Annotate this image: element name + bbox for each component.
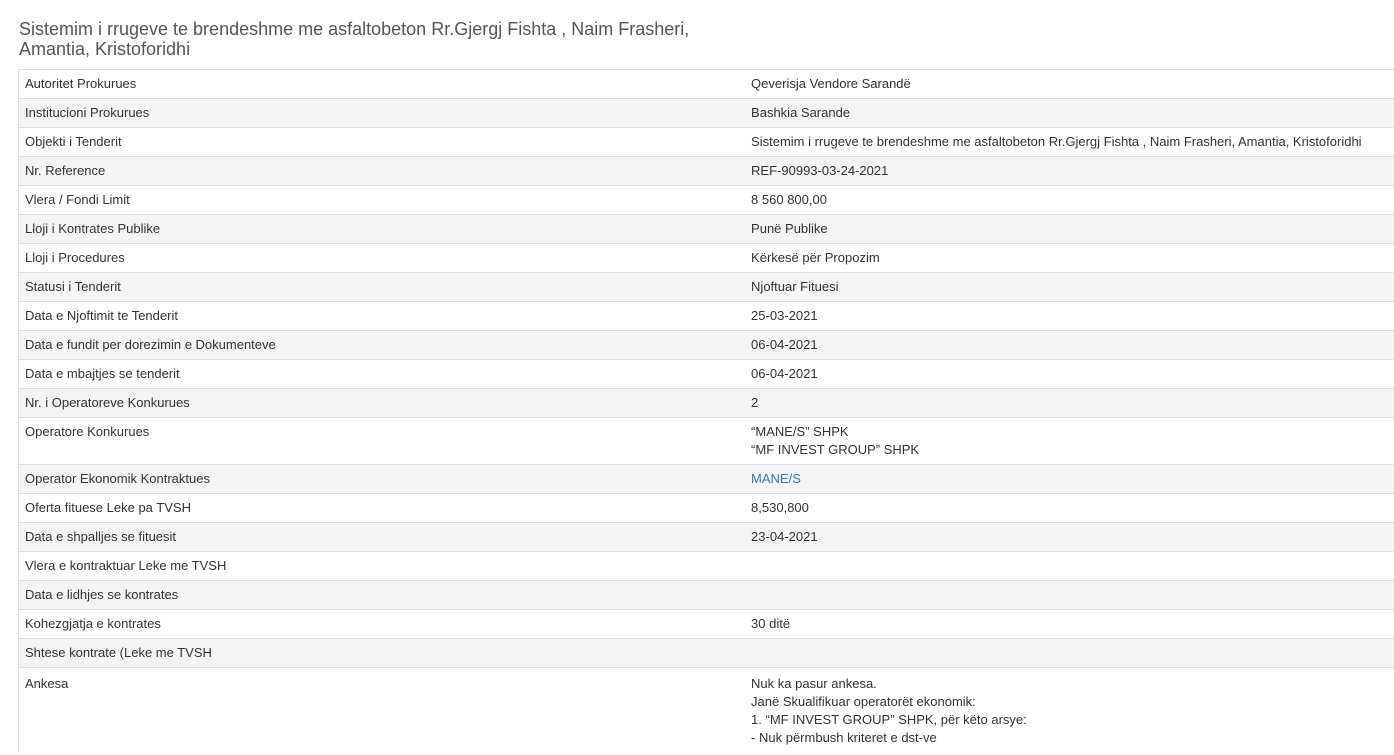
complaint-line: - Nuk përmbush kriteret e dst-ve — [751, 730, 937, 745]
tender-details-table: Autoritet Prokurues Qeverisja Vendore Sa… — [18, 69, 1394, 752]
table-row: Kohezgjatja e kontrates 30 ditë — [18, 609, 1394, 639]
row-value: 2 — [745, 388, 1394, 418]
row-label: Data e mbajtjes se tenderit — [18, 359, 746, 389]
row-label: Lloji i Procedures — [18, 243, 746, 273]
row-label: Vlera / Fondi Limit — [18, 185, 746, 215]
row-value: Njoftuar Fituesi — [745, 272, 1394, 302]
row-label: Statusi i Tenderit — [18, 272, 746, 302]
row-label: Operatore Konkurues — [18, 417, 746, 465]
table-row: Nr. Reference REF-90993-03-24-2021 — [18, 156, 1394, 186]
row-value: Qeverisja Vendore Sarandë — [745, 69, 1394, 99]
table-row: Operator Ekonomik Kontraktues MANE/S — [18, 464, 1394, 494]
table-row: Vlera / Fondi Limit 8 560 800,00 — [18, 185, 1394, 215]
table-row: Data e Njoftimit te Tenderit 25-03-2021 — [18, 301, 1394, 331]
row-value: 25-03-2021 — [745, 301, 1394, 331]
row-label: Data e shpalljes se fituesit — [18, 522, 746, 552]
row-label: Nr. Reference — [18, 156, 746, 186]
table-row: Data e mbajtjes se tenderit 06-04-2021 — [18, 359, 1394, 389]
table-row: Oferta fituese Leke pa TVSH 8,530,800 — [18, 493, 1394, 523]
table-row: Ankesa Nuk ka pasur ankesa. Janë Skualif… — [18, 667, 1394, 752]
complaint-line: Janë Skualifikuar operatorët ekonomik: — [751, 694, 976, 709]
row-value: Kërkesë për Propozim — [745, 243, 1394, 273]
table-row: Autoritet Prokurues Qeverisja Vendore Sa… — [18, 69, 1394, 99]
complaints-text: Nuk ka pasur ankesa. Janë Skualifikuar o… — [745, 667, 1394, 752]
table-row: Nr. i Operatoreve Konkurues 2 — [18, 388, 1394, 418]
complaint-line: Nuk ka pasur ankesa. — [751, 676, 877, 691]
row-value: 8,530,800 — [745, 493, 1394, 523]
row-value: 23-04-2021 — [745, 522, 1394, 552]
table-row: Lloji i Procedures Kërkesë për Propozim — [18, 243, 1394, 273]
row-label: Oferta fituese Leke pa TVSH — [18, 493, 746, 523]
competing-operator: “MANE/S” SHPK — [751, 424, 849, 439]
row-label: Data e Njoftimit te Tenderit — [18, 301, 746, 331]
row-label: Nr. i Operatoreve Konkurues — [18, 388, 746, 418]
row-value: 06-04-2021 — [745, 330, 1394, 360]
row-label: Data e fundit per dorezimin e Dokumentev… — [18, 330, 746, 360]
row-label: Ankesa — [18, 667, 746, 752]
table-row: Lloji i Kontrates Publike Punë Publike — [18, 214, 1394, 244]
row-label: Lloji i Kontrates Publike — [18, 214, 746, 244]
row-label: Operator Ekonomik Kontraktues — [18, 464, 746, 494]
row-value — [745, 638, 1394, 668]
row-label: Objekti i Tenderit — [18, 127, 746, 157]
row-value: Punë Publike — [745, 214, 1394, 244]
row-label: Kohezgjatja e kontrates — [18, 609, 746, 639]
row-value: MANE/S — [745, 464, 1394, 494]
row-value: REF-90993-03-24-2021 — [745, 156, 1394, 186]
competing-operator: “MF INVEST GROUP” SHPK — [751, 442, 920, 457]
row-value — [745, 551, 1394, 581]
table-row: Data e lidhjes se kontrates — [18, 580, 1394, 610]
tender-detail-page: Sistemim i rrugeve te brendeshme me asfa… — [0, 0, 1394, 755]
table-row: Statusi i Tenderit Njoftuar Fituesi — [18, 272, 1394, 302]
table-row: Objekti i Tenderit Sistemim i rrugeve te… — [18, 127, 1394, 157]
table-row: Shtese kontrate (Leke me TVSH — [18, 638, 1394, 668]
row-value — [745, 580, 1394, 610]
page-title: Sistemim i rrugeve te brendeshme me asfa… — [19, 19, 690, 59]
row-label: Shtese kontrate (Leke me TVSH — [18, 638, 746, 668]
table-row: Operatore Konkurues “MANE/S” SHPK “MF IN… — [18, 417, 1394, 465]
contracting-operator-link[interactable]: MANE/S — [751, 471, 801, 486]
row-value: 8 560 800,00 — [745, 185, 1394, 215]
competing-operators-list: “MANE/S” SHPK “MF INVEST GROUP” SHPK — [745, 417, 1394, 465]
row-value: Sistemim i rrugeve te brendeshme me asfa… — [745, 127, 1394, 157]
complaint-line: 1. “MF INVEST GROUP” SHPK, për këto arsy… — [751, 712, 1027, 727]
row-label: Institucioni Prokurues — [18, 98, 746, 128]
row-value: 06-04-2021 — [745, 359, 1394, 389]
row-label: Data e lidhjes se kontrates — [18, 580, 746, 610]
row-label: Autoritet Prokurues — [18, 69, 746, 99]
table-row: Data e shpalljes se fituesit 23-04-2021 — [18, 522, 1394, 552]
table-row: Vlera e kontraktuar Leke me TVSH — [18, 551, 1394, 581]
row-value: 30 ditë — [745, 609, 1394, 639]
table-row: Institucioni Prokurues Bashkia Sarande — [18, 98, 1394, 128]
row-value: Bashkia Sarande — [745, 98, 1394, 128]
table-row: Data e fundit per dorezimin e Dokumentev… — [18, 330, 1394, 360]
row-label: Vlera e kontraktuar Leke me TVSH — [18, 551, 746, 581]
